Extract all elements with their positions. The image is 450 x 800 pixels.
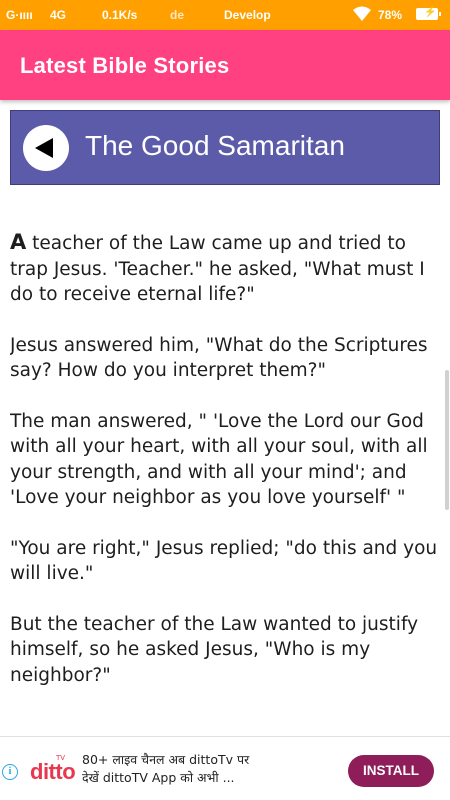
story-header: The Good Samaritan xyxy=(10,110,440,185)
install-button[interactable]: INSTALL xyxy=(348,755,434,787)
app-bar: Latest Bible Stories xyxy=(0,30,450,100)
ad-logo-sub: TV xyxy=(56,754,66,762)
notification-app-hint: de xyxy=(170,8,185,22)
story-paragraph: The man answered, " 'Love the Lord our G… xyxy=(10,410,428,509)
battery-percent: 78% xyxy=(378,8,403,22)
story-paragraph: A teacher of the Law came up and tried t… xyxy=(10,230,438,308)
network-speed: 0.1K/s xyxy=(102,8,138,22)
app-title: Latest Bible Stories xyxy=(20,53,230,78)
network-type: 4G xyxy=(50,8,67,22)
story-first-letter: A xyxy=(10,230,27,254)
ad-logo: ditto xyxy=(30,759,76,784)
ad-text: 80+ लाइव चैनल अब dittoTv पर देखें dittoT… xyxy=(82,751,262,787)
ad-line-1: 80+ लाइव चैनल अब dittoTv पर xyxy=(82,752,250,767)
story-body[interactable]: A teacher of the Law came up and tried t… xyxy=(10,230,438,735)
ad-banner[interactable]: i ditto TV 80+ लाइव चैनल अब dittoTv पर द… xyxy=(0,736,450,800)
info-icon[interactable]: i xyxy=(2,764,18,780)
signal-strength-icon: G·ıııı xyxy=(6,8,33,22)
status-bar: G·ıııı 4G 0.1K/s de Develop 78% ⚡ xyxy=(0,0,450,30)
ad-line-2: देखें dittoTV App को अभी ... xyxy=(82,770,235,785)
carrier-label: Develop xyxy=(224,8,271,22)
back-arrow-icon xyxy=(35,138,53,158)
wifi-icon xyxy=(352,6,372,25)
story-title: The Good Samaritan xyxy=(85,130,345,161)
scrollbar-thumb[interactable] xyxy=(445,370,449,510)
back-button[interactable] xyxy=(23,125,69,171)
story-paragraph: "You are right," Jesus replied; "do this… xyxy=(10,537,438,585)
story-paragraph: But the teacher of the Law wanted to jus… xyxy=(10,613,419,686)
story-paragraph: Jesus answered him, "What do the Scriptu… xyxy=(10,334,428,382)
story-paragraph-text: teacher of the Law came up and tried to … xyxy=(10,233,425,305)
battery-icon: ⚡ xyxy=(416,7,441,20)
